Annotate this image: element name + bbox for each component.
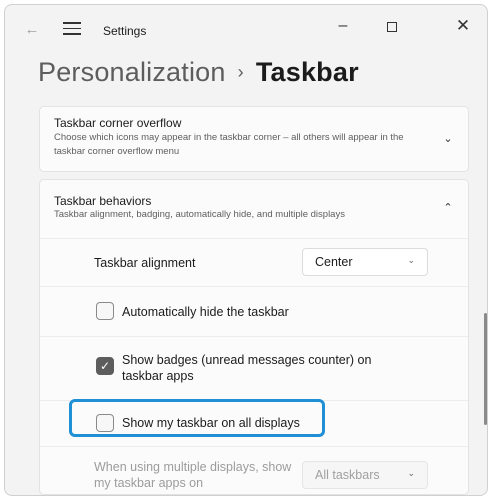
taskbar-alignment-row: Taskbar alignment Center ⌄	[40, 238, 468, 286]
auto-hide-label[interactable]: Automatically hide the taskbar	[122, 304, 289, 320]
taskbar-alignment-label: Taskbar alignment	[94, 256, 196, 270]
close-button[interactable]: ✕	[443, 11, 483, 41]
scrollbar-thumb[interactable]	[484, 313, 487, 425]
card-title: Taskbar behaviors	[54, 194, 152, 208]
badges-checkbox[interactable]: ✓	[96, 357, 114, 375]
card-description: Choose which icons may appear in the tas…	[54, 132, 404, 157]
arrow-left-icon: ←	[24, 21, 40, 38]
badges-row: ✓ Show badges (unread messages counter) …	[40, 336, 468, 400]
checkmark-icon: ✓	[99, 359, 111, 373]
hamburger-menu-icon[interactable]	[63, 22, 81, 38]
chevron-up-icon[interactable]: ⌃	[438, 198, 458, 218]
app-title: Settings	[103, 24, 147, 38]
chevron-down-icon[interactable]: ⌄	[438, 129, 458, 149]
taskbar-behaviors-card: Taskbar behaviors Taskbar alignment, bad…	[39, 179, 469, 495]
maximize-button[interactable]	[372, 11, 412, 41]
card-title: Taskbar corner overflow	[54, 116, 182, 130]
dropdown-value: All taskbars	[315, 468, 380, 482]
auto-hide-checkbox[interactable]	[96, 302, 114, 320]
multi-display-apps-label: When using multiple displays, show my ta…	[94, 460, 292, 490]
breadcrumb-separator-icon: ›	[237, 62, 244, 82]
taskbar-alignment-dropdown[interactable]: Center ⌄	[302, 248, 428, 276]
multi-display-apps-dropdown: All taskbars ⌄	[302, 461, 428, 489]
focus-highlight	[69, 399, 325, 437]
title-bar: ← Settings – ✕	[5, 5, 487, 49]
badges-label[interactable]: Show badges (unread messages counter) on…	[122, 352, 402, 384]
settings-window: ← Settings – ✕ Personalization › Taskbar T…	[4, 4, 488, 496]
taskbar-corner-overflow-card[interactable]: Taskbar corner overflow Choose which ico…	[39, 106, 469, 172]
dropdown-value: Center	[315, 255, 353, 269]
taskbar-behaviors-header[interactable]: Taskbar behaviors Taskbar alignment, bad…	[40, 180, 468, 238]
multi-display-apps-row: When using multiple displays, show my ta…	[40, 446, 468, 494]
breadcrumb: Personalization › Taskbar	[38, 57, 359, 88]
page-title: Taskbar	[255, 57, 359, 87]
card-description: Taskbar alignment, badging, automaticall…	[54, 209, 345, 220]
minimize-button[interactable]: –	[323, 11, 363, 41]
auto-hide-row: Automatically hide the taskbar	[40, 286, 468, 336]
maximize-icon	[387, 22, 397, 33]
back-button[interactable]: ←	[23, 21, 41, 39]
chevron-down-icon: ⌄	[407, 468, 415, 478]
chevron-down-icon: ⌄	[407, 255, 415, 265]
breadcrumb-parent[interactable]: Personalization	[38, 57, 226, 87]
